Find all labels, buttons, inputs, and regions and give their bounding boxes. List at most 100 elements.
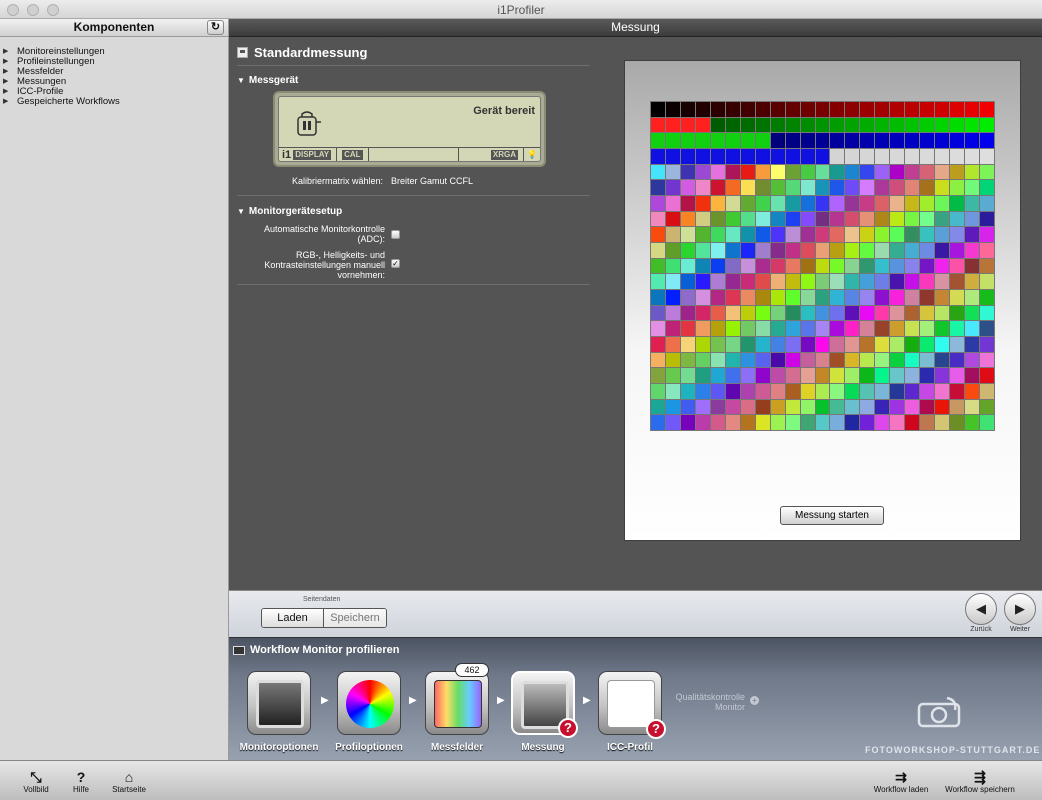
color-patch xyxy=(695,196,710,211)
color-patch xyxy=(935,274,950,289)
color-patch xyxy=(725,102,740,117)
step-label-icc-profil: ICC-Profil xyxy=(606,742,654,753)
color-patch xyxy=(800,243,815,258)
color-patch xyxy=(845,274,860,289)
color-patch xyxy=(905,243,920,258)
color-patch xyxy=(845,290,860,305)
adc-checkbox[interactable] xyxy=(391,230,400,239)
disclosure-triangle-icon[interactable]: ▶ xyxy=(3,47,17,57)
disclosure-triangle-icon[interactable]: ▶ xyxy=(3,57,17,67)
color-patch xyxy=(965,258,980,274)
save-workflow-button[interactable]: ⇶ Workflow speichern xyxy=(938,769,1022,794)
color-patch xyxy=(875,305,890,321)
color-patch xyxy=(680,274,695,289)
color-patch xyxy=(965,164,980,180)
color-patch xyxy=(845,321,860,336)
next-arrow-icon[interactable]: ▶ xyxy=(1004,593,1036,625)
step-profiloptionen[interactable] xyxy=(337,671,401,735)
color-patch xyxy=(935,290,950,305)
load-button[interactable]: Laden xyxy=(262,609,324,627)
step-icc-profil[interactable]: ? xyxy=(598,671,666,739)
calibration-matrix-select[interactable]: Breiter Gamut CCFL xyxy=(391,176,473,186)
calibration-matrix-label: Kalibriermatrix wählen: xyxy=(292,176,384,186)
fullscreen-button[interactable]: ⤡ Vollbild xyxy=(18,769,54,794)
color-patch xyxy=(935,305,950,321)
color-patch xyxy=(740,211,755,227)
color-patch xyxy=(860,352,875,368)
color-patch xyxy=(785,352,800,368)
step-messung[interactable]: ? xyxy=(511,671,578,738)
step-monitoroptionen[interactable] xyxy=(247,671,311,735)
color-patch xyxy=(965,399,980,415)
color-patch xyxy=(695,227,710,242)
color-patch xyxy=(845,196,860,211)
disclosure-triangle-icon[interactable]: ▼ xyxy=(237,76,245,85)
color-patch xyxy=(651,133,665,148)
color-patch xyxy=(890,211,905,227)
color-patch xyxy=(920,196,935,211)
color-patch xyxy=(725,133,740,148)
color-patch xyxy=(980,352,994,368)
color-patch xyxy=(875,415,890,430)
color-patch xyxy=(755,399,770,415)
back-arrow-icon[interactable]: ◀ xyxy=(965,593,997,625)
color-patch xyxy=(815,305,830,321)
color-patch xyxy=(651,384,665,399)
color-patch xyxy=(680,415,695,430)
disclosure-triangle-icon[interactable]: ▼ xyxy=(237,207,245,216)
help-button[interactable]: ? Hilfe xyxy=(66,769,96,794)
save-button[interactable]: Speichern xyxy=(324,609,386,627)
color-patch xyxy=(710,384,725,399)
page-navigation-bar: Seitendaten Laden Speichern ◀ Zurück ▶ W… xyxy=(229,590,1042,637)
color-patch xyxy=(740,368,755,383)
start-measurement-button[interactable]: Messung starten xyxy=(780,506,884,525)
color-patch xyxy=(965,117,980,133)
color-patch xyxy=(740,321,755,336)
home-button[interactable]: ⌂ Startseite xyxy=(106,769,152,794)
color-patch xyxy=(830,384,845,399)
color-patch xyxy=(785,133,800,148)
color-patch xyxy=(665,133,680,148)
color-patch xyxy=(980,180,994,195)
lightbulb-icon: 💡 xyxy=(527,150,537,159)
step-messfelder[interactable] xyxy=(425,671,489,735)
color-patch xyxy=(755,149,770,164)
disclosure-triangle-icon[interactable]: ▶ xyxy=(3,67,17,77)
add-quality-control-icon[interactable]: + xyxy=(750,696,759,705)
color-patch xyxy=(860,227,875,242)
color-patch xyxy=(890,384,905,399)
step-arrow-icon: ▶ xyxy=(409,695,417,706)
section-messgeraet[interactable]: ▼ Messgerät xyxy=(237,75,298,86)
back-control: ◀ Zurück xyxy=(964,593,998,633)
color-patch xyxy=(875,399,890,415)
color-patch xyxy=(740,243,755,258)
disclosure-triangle-icon[interactable]: ▶ xyxy=(3,77,17,87)
color-patch xyxy=(905,274,920,289)
page-data-segmented-control: Laden Speichern xyxy=(261,608,387,628)
section-monitorgeraetesetup[interactable]: ▼ Monitorgerätesetup xyxy=(237,206,342,217)
color-patch xyxy=(785,149,800,164)
color-patch xyxy=(845,164,860,180)
disclosure-triangle-icon[interactable]: ▶ xyxy=(3,87,17,97)
load-workflow-button[interactable]: ⇉ Workflow laden xyxy=(866,769,936,794)
color-patch xyxy=(815,368,830,383)
disclosure-triangle-icon[interactable]: ▶ xyxy=(3,97,17,107)
color-patch xyxy=(875,337,890,352)
color-patch xyxy=(740,337,755,352)
color-patch xyxy=(860,149,875,164)
color-patch xyxy=(725,399,740,415)
refresh-icon[interactable]: ↻ xyxy=(207,20,224,35)
color-patch xyxy=(965,243,980,258)
color-patch xyxy=(830,227,845,242)
color-patch xyxy=(890,164,905,180)
color-patch xyxy=(710,290,725,305)
color-patch xyxy=(830,211,845,227)
monitor-icon xyxy=(233,645,245,655)
color-patch xyxy=(905,415,920,430)
color-patch xyxy=(695,243,710,258)
color-patch xyxy=(935,149,950,164)
tree-item-gespeicherte-workflows[interactable]: ▶ Gespeicherte Workflows xyxy=(3,97,228,107)
color-patch xyxy=(710,164,725,180)
color-patch xyxy=(785,180,800,195)
manual-adjust-checkbox[interactable]: ✓ xyxy=(391,259,400,268)
